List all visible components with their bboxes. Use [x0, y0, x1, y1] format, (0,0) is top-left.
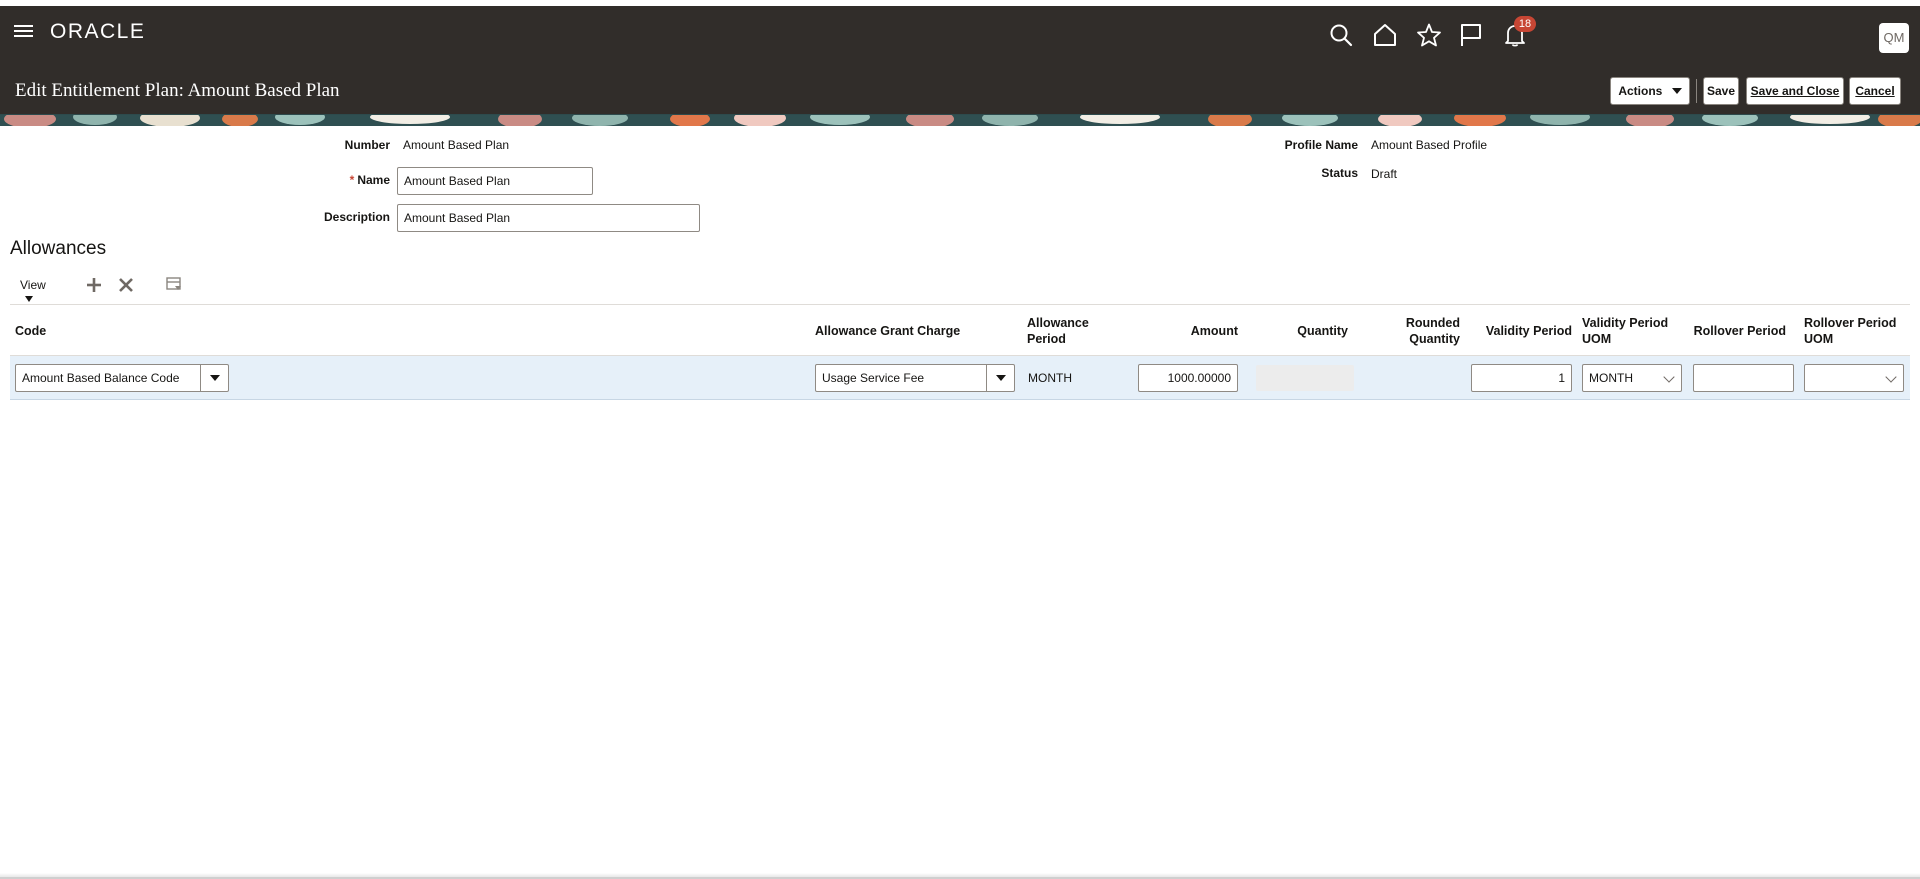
validity-period-input[interactable]: 1	[1471, 364, 1572, 392]
rollover-period-uom-select[interactable]	[1804, 364, 1904, 392]
toolbar-divider	[1696, 79, 1697, 103]
col-header-rollover-period[interactable]: Rollover Period	[1690, 323, 1786, 339]
save-button[interactable]: Save	[1703, 77, 1739, 105]
flag-icon[interactable]	[1458, 22, 1484, 48]
col-header-validity-period-uom[interactable]: Validity Period UOM	[1582, 315, 1668, 347]
profile-name-value: Amount Based Profile	[1371, 138, 1488, 152]
caret-down-icon	[209, 375, 220, 381]
number-label: Number	[344, 138, 390, 152]
name-input[interactable]: Amount Based Plan	[397, 167, 593, 195]
status-value: Draft	[1371, 167, 1398, 181]
col-header-rounded-quantity-line2: Quantity	[1409, 332, 1460, 346]
chevron-down-icon	[1663, 371, 1675, 383]
description-label: Description	[323, 210, 390, 224]
code-select-value: Amount Based Balance Code	[22, 371, 180, 385]
notifications-bell-icon[interactable]: 18	[1502, 16, 1536, 48]
search-icon[interactable]	[1328, 22, 1354, 48]
col-header-amount[interactable]: Amount	[1160, 323, 1238, 339]
navigator-menu-icon[interactable]	[14, 22, 34, 42]
rollover-period-input[interactable]	[1693, 364, 1794, 392]
col-header-validity-period-uom-line2: UOM	[1582, 332, 1612, 346]
required-indicator: *	[349, 173, 355, 187]
number-value: Amount Based Plan	[403, 138, 510, 152]
chevron-down-icon	[1885, 371, 1897, 383]
profile-name-label: Profile Name	[1284, 138, 1358, 152]
col-header-rollover-period-uom-line2: UOM	[1804, 332, 1834, 346]
oracle-logo[interactable]: ORACLE	[50, 20, 145, 44]
col-header-rollover-period-uom-line1: Rollover Period	[1804, 316, 1897, 330]
name-label-text: Name	[357, 173, 390, 187]
col-header-allowance-period-line1: Allowance	[1027, 316, 1089, 330]
col-header-rounded-quantity-line1: Rounded	[1405, 316, 1460, 330]
col-header-allowance-period-line2: Period	[1027, 332, 1066, 346]
status-label: Status	[1321, 166, 1358, 180]
save-and-close-button[interactable]: Save and Close	[1746, 77, 1844, 105]
home-icon[interactable]	[1372, 22, 1398, 48]
chevron-down-icon	[1671, 88, 1682, 94]
col-header-allowance-period[interactable]: Allowance Period	[1027, 315, 1089, 347]
col-header-rounded-quantity[interactable]: Rounded Quantity	[1390, 315, 1460, 347]
view-menu-label: View	[20, 278, 46, 292]
bottom-edge	[0, 873, 1920, 879]
amount-input[interactable]: 1000.00000	[1138, 364, 1238, 392]
grant-charge-select[interactable]: Usage Service Fee	[815, 364, 1015, 392]
table-row[interactable]: Amount Based Balance Code Usage Service …	[10, 356, 1910, 400]
quantity-field-readonly	[1256, 365, 1354, 391]
allowances-heading: Allowances	[10, 238, 107, 259]
actions-label: Actions	[1618, 84, 1663, 98]
table-top-border	[10, 304, 1910, 305]
actions-menu-button[interactable]: Actions	[1610, 77, 1690, 105]
delete-row-icon[interactable]	[116, 275, 136, 295]
notifications-badge: 18	[1514, 16, 1536, 32]
page-title: Edit Entitlement Plan: Amount Based Plan	[15, 80, 340, 101]
global-header: ORACLE 18 QM Edit Entitlement Plan: Amou…	[0, 6, 1920, 114]
grant-charge-select-value: Usage Service Fee	[822, 371, 925, 385]
add-row-icon[interactable]	[84, 275, 104, 295]
cancel-button[interactable]: Cancel	[1849, 77, 1901, 105]
col-header-validity-period-uom-line1: Validity Period	[1582, 316, 1669, 330]
validity-period-uom-value: MONTH	[1589, 371, 1633, 385]
code-select[interactable]: Amount Based Balance Code	[15, 364, 229, 392]
col-header-allowance-grant-charge[interactable]: Allowance Grant Charge	[815, 323, 960, 339]
decorative-banner	[0, 114, 1920, 126]
view-menu[interactable]: View	[20, 278, 46, 306]
user-avatar[interactable]: QM	[1879, 23, 1909, 53]
freeze-columns-icon[interactable]	[164, 275, 184, 295]
col-header-rollover-period-uom[interactable]: Rollover Period UOM	[1804, 315, 1896, 347]
name-label: * Name	[300, 173, 390, 187]
code-dropdown-button[interactable]	[200, 365, 228, 391]
caret-down-icon	[995, 375, 1006, 381]
col-header-quantity[interactable]: Quantity	[1270, 323, 1348, 339]
validity-period-uom-select[interactable]: MONTH	[1582, 364, 1682, 392]
chevron-down-icon	[25, 296, 33, 302]
grant-charge-dropdown-button[interactable]	[986, 365, 1014, 391]
favorites-star-icon[interactable]	[1416, 22, 1442, 48]
allowance-period-value: MONTH	[1028, 371, 1072, 385]
col-header-code[interactable]: Code	[15, 323, 46, 339]
page-actions: Actions Save Save and Close Cancel	[1610, 77, 1910, 105]
col-header-validity-period[interactable]: Validity Period	[1476, 323, 1572, 339]
description-input[interactable]: Amount Based Plan	[397, 204, 700, 232]
